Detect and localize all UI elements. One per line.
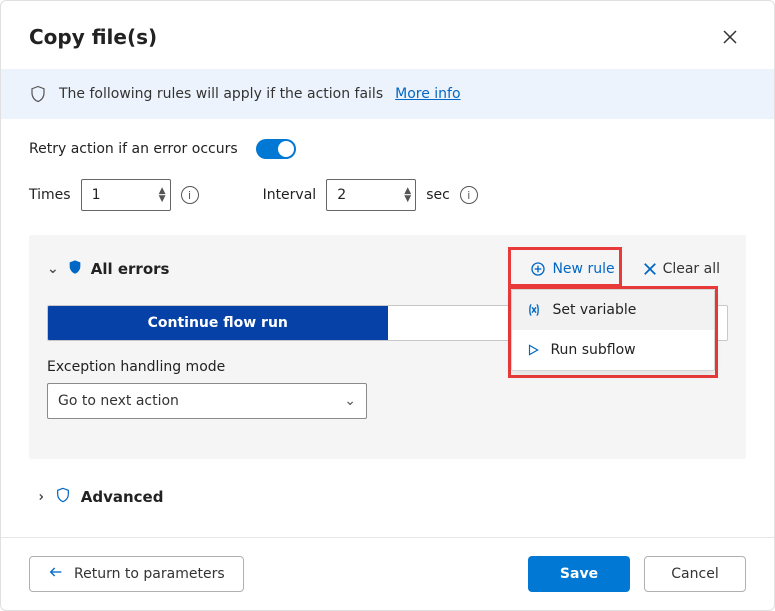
info-icon[interactable]: i (460, 186, 478, 204)
info-banner: The following rules will apply if the ac… (1, 69, 774, 119)
close-button[interactable] (714, 21, 746, 53)
content: Retry action if an error occurs Times 1 … (1, 119, 774, 537)
dialog-header: Copy file(s) (1, 1, 774, 69)
dialog: Copy file(s) The following rules will ap… (0, 0, 775, 611)
newrule-wrap: New rule Set variable (518, 253, 626, 285)
menu-run-subflow[interactable]: Run subflow (512, 330, 714, 370)
times-label: Times (29, 187, 71, 203)
retry-label: Retry action if an error occurs (29, 141, 238, 157)
chevron-down-icon: ⌄ (344, 393, 356, 409)
chevron-right-icon: ⌄ (31, 491, 47, 503)
retry-toggle[interactable] (256, 139, 296, 159)
dialog-footer: Return to parameters Save Cancel (1, 537, 774, 610)
x-icon (643, 262, 657, 276)
close-icon (722, 29, 738, 45)
menu-set-variable[interactable]: Set variable (512, 290, 714, 330)
stepper-arrows[interactable]: ▲▼ (159, 187, 166, 203)
page-title: Copy file(s) (29, 25, 157, 49)
clear-all-button[interactable]: Clear all (635, 255, 728, 283)
newrule-menu: Set variable Run subflow (511, 289, 715, 371)
shield-icon (29, 85, 47, 103)
chevron-down-icon: ⌄ (47, 261, 59, 277)
new-rule-button[interactable]: New rule (518, 253, 626, 285)
plus-circle-icon (530, 261, 546, 277)
interval-input[interactable]: 2 ▲▼ (326, 179, 416, 211)
numrow: Times 1 ▲▼ i Interval 2 ▲▼ sec i (29, 179, 746, 211)
advanced-toggle[interactable]: ⌄ Advanced (33, 487, 746, 507)
banner-text: The following rules will apply if the ac… (59, 86, 383, 102)
stepper-arrows[interactable]: ▲▼ (404, 187, 411, 203)
mode-select[interactable]: Go to next action ⌄ (47, 383, 367, 419)
shield-filled-icon (67, 259, 83, 279)
return-button[interactable]: Return to parameters (29, 556, 244, 592)
play-icon (526, 343, 540, 357)
panel-title: All errors (91, 260, 170, 278)
seg-continue[interactable]: Continue flow run (48, 306, 388, 340)
times-input[interactable]: 1 ▲▼ (81, 179, 171, 211)
more-info-link[interactable]: More info (395, 86, 460, 102)
arrow-left-icon (48, 564, 64, 584)
interval-unit: sec (426, 187, 450, 203)
cancel-button[interactable]: Cancel (644, 556, 746, 592)
retry-row: Retry action if an error occurs (29, 139, 746, 159)
panel-title-row[interactable]: ⌄ All errors (47, 259, 169, 279)
interval-label: Interval (263, 187, 317, 203)
all-errors-panel: ⌄ All errors New rule (29, 235, 746, 459)
shield-outline-icon (55, 487, 71, 507)
save-button[interactable]: Save (528, 556, 630, 592)
info-icon[interactable]: i (181, 186, 199, 204)
variable-icon (526, 302, 542, 318)
